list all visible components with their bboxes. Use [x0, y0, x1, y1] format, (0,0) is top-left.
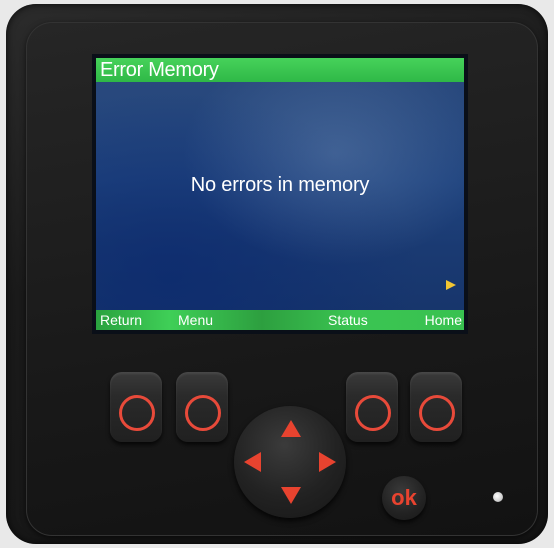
- return-button[interactable]: [110, 372, 162, 442]
- lcd-screen-frame: Error Memory No errors in memory Return …: [92, 54, 468, 334]
- status-led: [493, 492, 503, 502]
- ok-button[interactable]: ok: [382, 476, 426, 520]
- lcd-display: Error Memory No errors in memory Return …: [96, 58, 464, 330]
- arrow-right-icon[interactable]: [319, 452, 336, 472]
- softkey-label-home: Home: [424, 312, 462, 328]
- arrow-left-icon[interactable]: [244, 452, 261, 472]
- navigation-pad: [234, 406, 346, 518]
- ring-icon: [119, 395, 155, 431]
- arrow-down-icon[interactable]: [281, 487, 301, 504]
- softkey-bar: Return Menu Status Home: [96, 310, 464, 330]
- status-message: No errors in memory: [190, 174, 370, 196]
- ring-icon: [419, 395, 455, 431]
- arrow-up-icon[interactable]: [281, 420, 301, 437]
- screen-title: Error Memory: [96, 58, 464, 82]
- triangle-right-icon: [446, 280, 456, 290]
- ring-icon: [355, 395, 391, 431]
- softkey-label-status: Status: [328, 312, 368, 328]
- home-button[interactable]: [410, 372, 462, 442]
- softkey-label-return: Return: [100, 312, 143, 328]
- status-button[interactable]: [346, 372, 398, 442]
- ring-icon: [185, 395, 221, 431]
- controller-panel: Error Memory No errors in memory Return …: [6, 4, 548, 544]
- softkey-label-menu: Menu: [178, 312, 214, 328]
- menu-button[interactable]: [176, 372, 228, 442]
